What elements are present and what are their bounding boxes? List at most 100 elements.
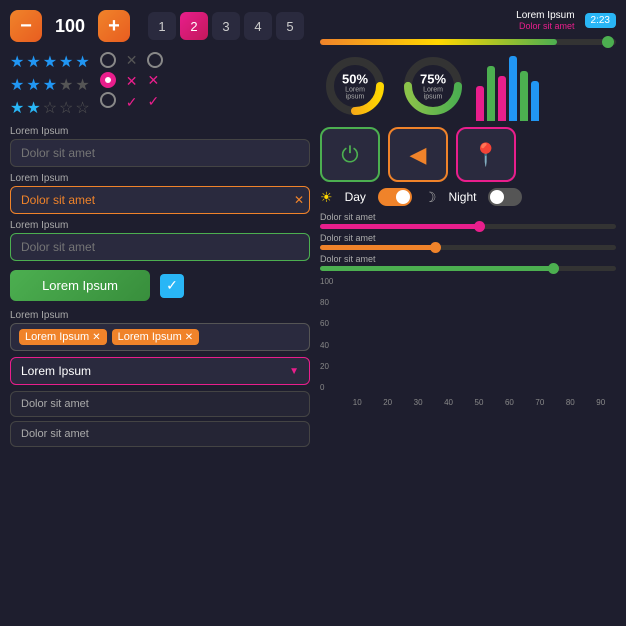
input-group-3: Lorem Ipsum [10,220,310,261]
num-tab-3[interactable]: 3 [212,12,240,40]
y-label-40: 40 [320,341,333,350]
star[interactable]: ★ [75,52,89,72]
donut-1-label: Lorem ipsum [338,87,373,101]
radio-unchecked-2[interactable] [100,92,116,108]
circle-col: ✕ ✓ [147,52,163,110]
bar-chart [342,277,616,392]
slider-1-track[interactable] [320,224,616,229]
stars-row-3[interactable]: ★ ★ ☆ ☆ ☆ [10,98,90,118]
star[interactable]: ★ [43,52,57,72]
icon-buttons-row: ⏻ ◀ 📍 [320,127,616,182]
counter-value: 100 [50,16,90,37]
radio-checked[interactable] [100,72,116,88]
input-field-3[interactable] [10,233,310,261]
progress-fill [320,39,557,45]
num-tab-2[interactable]: 2 [180,12,208,40]
donut-chart-1: 50% Lorem ipsum [320,51,390,121]
num-tab-4[interactable]: 4 [244,12,272,40]
header-text: Lorem Ipsum Dolor sit amet [516,10,574,31]
dropdown[interactable]: Lorem Ipsum ▼ [10,357,310,385]
location-icon-button[interactable]: 📍 [456,127,516,182]
star[interactable]: ☆ [43,98,57,118]
input-field-2[interactable] [10,186,310,214]
tag-2-remove[interactable]: ✕ [185,332,193,343]
slider-2-track[interactable] [320,245,616,250]
moon-icon: ☽ [424,189,437,206]
donut-chart-2: 75% Lorem ipsum [398,51,468,121]
star[interactable]: ★ [10,98,24,118]
dropdown-group: Lorem Ipsum ▼ [10,357,310,385]
dropdown-label: Lorem Ipsum [21,364,91,378]
power-icon: ⏻ [341,142,358,168]
checkbox-checked[interactable]: ✓ [160,274,184,298]
circle-empty[interactable] [147,52,163,68]
x-mark-pink: ✕ [126,73,138,90]
input-field-1[interactable] [10,139,310,167]
x-col: ✕ ✕ ✓ [126,52,138,111]
star[interactable]: ★ [43,75,57,95]
star[interactable]: ★ [10,75,24,95]
slider-1-fill [320,224,483,229]
star[interactable]: ★ [10,52,24,72]
progress-bar[interactable] [320,39,616,45]
input-label-3: Lorem Ipsum [10,220,310,231]
y-label-100: 100 [320,277,333,286]
star[interactable]: ★ [26,75,40,95]
star[interactable]: ★ [26,98,40,118]
tag-1[interactable]: Lorem Ipsum ✕ [19,329,107,345]
bar-chart-section: 100 80 60 40 20 0 [320,277,616,616]
star[interactable]: ☆ [75,98,89,118]
plus-button[interactable]: + [98,10,130,42]
slider-2-label: Dolor sit amet [320,233,616,243]
stars-row-1[interactable]: ★ ★ ★ ★ ★ [10,52,90,72]
day-night-row: ☀ Day ☽ Night [320,188,616,206]
vbar-2 [487,66,495,121]
check-mark-pink-2: ✓ [147,93,163,110]
x-label-10: 10 [353,398,362,407]
minus-button[interactable]: − [10,10,42,42]
star[interactable]: ★ [26,52,40,72]
num-tab-5[interactable]: 5 [276,12,304,40]
star[interactable]: ★ [75,75,89,95]
slider-1-thumb[interactable] [474,221,485,232]
check-mark-pink: ✓ [126,94,138,111]
vbar-4 [509,56,517,121]
night-toggle[interactable] [488,188,522,206]
star[interactable]: ★ [59,75,73,95]
x-label-60: 60 [505,398,514,407]
toggle-knob [396,190,410,204]
day-toggle[interactable] [378,188,412,206]
stars-row-2[interactable]: ★ ★ ★ ★ ★ [10,75,90,95]
btn-check-row: Lorem Ipsum ✓ [10,270,310,301]
location-icon: 📍 [472,142,499,168]
star[interactable]: ☆ [59,98,73,118]
input-group-2: Lorem Ipsum ✕ [10,173,310,214]
slider-3-thumb[interactable] [548,263,559,274]
day-label: Day [345,190,366,204]
volume-icon-button[interactable]: ◀ [388,127,448,182]
tag-2[interactable]: Lorem Ipsum ✕ [112,329,200,345]
power-icon-button[interactable]: ⏻ [320,127,380,182]
tags-input[interactable]: Lorem Ipsum ✕ Lorem Ipsum ✕ [10,323,310,351]
slider-2-thumb[interactable] [430,242,441,253]
num-tab-1[interactable]: 1 [148,12,176,40]
donut-1-percent: 50% [338,72,373,87]
slider-1-label: Dolor sit amet [320,212,616,222]
donut-2-label: Lorem ipsum [416,87,451,101]
progress-thumb [602,36,614,48]
slider-1: Dolor sit amet [320,212,616,229]
x-label-90: 90 [596,398,605,407]
tags-group: Lorem Ipsum Lorem Ipsum ✕ Lorem Ipsum ✕ [10,310,310,351]
sliders-section: Dolor sit amet Dolor sit amet Dolor sit … [320,212,616,271]
x-axis: 10 20 30 40 50 60 70 80 90 [342,398,616,407]
radio-unchecked[interactable] [100,52,116,68]
slider-3-track[interactable] [320,266,616,271]
charts-row: 50% Lorem ipsum 75% [320,51,616,121]
clear-icon[interactable]: ✕ [294,193,304,207]
toggle-knob-2 [490,190,504,204]
star[interactable]: ★ [59,52,73,72]
green-button[interactable]: Lorem Ipsum [10,270,150,301]
x-label-20: 20 [383,398,392,407]
tag-1-remove[interactable]: ✕ [92,332,100,343]
x-label-50: 50 [475,398,484,407]
